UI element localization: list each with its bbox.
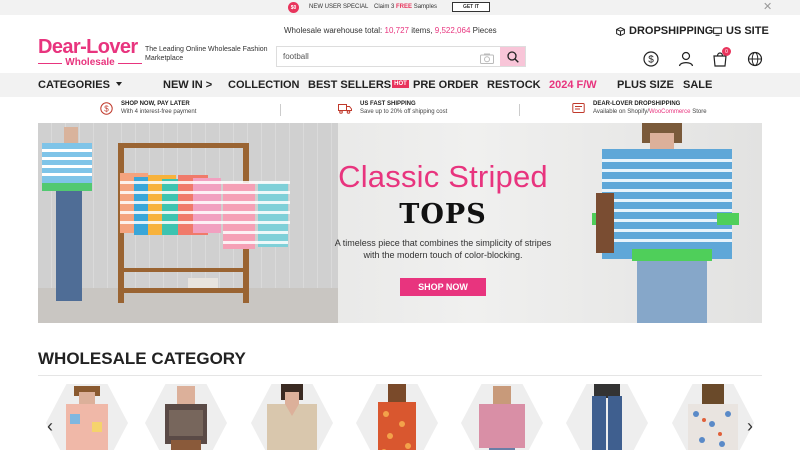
category-item[interactable] — [566, 384, 648, 450]
shop-now-button[interactable]: SHOP NOW — [400, 278, 486, 296]
banner-image-rack — [42, 127, 290, 303]
dropshipping-link[interactable]: DROPSHIPPING — [616, 25, 713, 37]
service-fast-shipping[interactable]: US FAST SHIPPING Save up to 20% off shipp… — [338, 100, 447, 116]
nav-pre-order[interactable]: PRE ORDER — [413, 79, 478, 91]
warehouse-total: Wholesale warehouse total: 10,727 items,… — [284, 26, 497, 35]
hot-badge: HOT — [392, 80, 409, 88]
close-icon[interactable]: ✕ — [763, 1, 772, 13]
globe-icon[interactable] — [747, 51, 763, 67]
category-item[interactable] — [145, 384, 227, 450]
logo-sub: Wholesale — [38, 57, 142, 69]
promo-bar: $0 NEW USER SPECIAL Claim 3 FREE Samples… — [0, 0, 800, 15]
nav-collection[interactable]: COLLECTION — [228, 79, 300, 91]
banner-subtitle: TOPS — [399, 199, 487, 230]
category-item[interactable] — [356, 384, 438, 450]
user-icon[interactable] — [678, 51, 694, 67]
logo-name: Dear-Lover — [38, 36, 138, 58]
category-item[interactable] — [46, 384, 128, 450]
svg-text:$: $ — [648, 55, 654, 66]
search-button[interactable] — [500, 47, 525, 66]
nav-2024-fw[interactable]: 2024 F/W — [549, 79, 597, 91]
cart-count-badge: 0 — [722, 47, 731, 56]
divider — [38, 375, 762, 376]
category-image — [66, 386, 108, 450]
hero-banner[interactable]: Classic Striped TOPS A timeless piece th… — [38, 123, 762, 323]
nav-categories[interactable]: CATEGORIES — [38, 79, 122, 91]
main-nav: CATEGORIES NEW IN > COLLECTION BEST SELL… — [0, 73, 800, 97]
nav-restock[interactable]: RESTOCK — [487, 79, 541, 91]
search-bar — [276, 46, 526, 67]
banner-title: Classic Striped — [338, 159, 548, 194]
chevron-down-icon — [115, 82, 122, 86]
dollar-icon: $ — [100, 101, 113, 115]
monitor-icon — [713, 26, 722, 36]
services-bar: $ SHOP NOW, PAY LATER With 4 interest-fre… — [0, 97, 800, 122]
category-item[interactable] — [461, 384, 543, 450]
category-image — [688, 384, 738, 450]
box-icon — [616, 26, 625, 36]
get-it-button[interactable]: GET IT — [452, 2, 490, 12]
category-item[interactable] — [672, 384, 754, 450]
category-image — [592, 384, 622, 450]
nav-sale[interactable]: SALE — [683, 79, 712, 91]
chevron-left-icon[interactable]: ‹ — [43, 416, 57, 436]
nav-plus-size[interactable]: PLUS SIZE — [617, 79, 674, 91]
nav-best-sellers[interactable]: BEST SELLERS HOT — [308, 79, 409, 91]
nav-new-in[interactable]: NEW IN > — [163, 79, 212, 91]
camera-icon[interactable] — [480, 51, 494, 64]
search-icon — [506, 50, 519, 63]
banner-description: A timeless piece that combines the simpl… — [334, 238, 552, 260]
tagline: The Leading Online Wholesale Fashion Mar… — [145, 46, 268, 62]
category-item[interactable] — [251, 384, 333, 450]
category-image — [165, 386, 207, 450]
site-logo[interactable]: Dear-Lover Wholesale — [38, 37, 142, 69]
chevron-right-icon[interactable]: › — [743, 416, 757, 436]
category-image — [267, 384, 317, 450]
banner-image-model — [592, 123, 739, 323]
svg-text:$: $ — [104, 104, 109, 113]
promo-text-samples: Claim 3 FREE Samples — [374, 4, 438, 10]
currency-icon[interactable]: $ — [643, 51, 659, 67]
promo-text-new-user: NEW USER SPECIAL — [309, 4, 369, 10]
category-image — [479, 386, 525, 450]
store-icon — [572, 102, 585, 113]
promo-badge: $0 — [288, 2, 299, 13]
us-site-link[interactable]: US SITE — [713, 25, 769, 37]
category-image — [378, 384, 416, 450]
truck-icon — [338, 103, 352, 114]
service-dropshipping[interactable]: DEAR-LOVER DROPSHIPPING Available on Shop… — [572, 100, 707, 116]
search-input[interactable] — [277, 47, 477, 66]
service-pay-later[interactable]: $ SHOP NOW, PAY LATER With 4 interest-fre… — [100, 100, 196, 116]
section-title: WHOLESALE CATEGORY — [38, 349, 246, 368]
